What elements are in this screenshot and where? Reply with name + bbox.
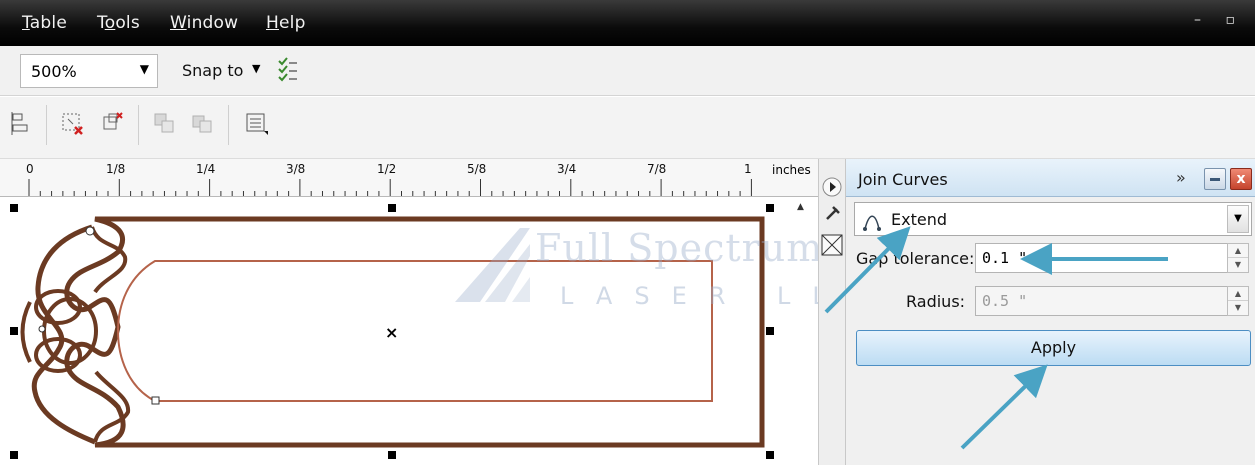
boundary-icon[interactable] <box>244 111 270 137</box>
weld-icon-disabled[interactable] <box>190 111 216 137</box>
docker-strip-icons <box>821 177 843 256</box>
menu-tools-label: Tools <box>97 13 140 33</box>
snap-to-button[interactable]: Snap to <box>182 61 243 80</box>
join-mode-value: Extend <box>891 210 947 229</box>
eyedropper-icon[interactable] <box>826 206 840 220</box>
docker-minimize-button[interactable] <box>1204 168 1226 190</box>
menu-help-label: Help <box>266 13 306 33</box>
combine-icon-disabled[interactable] <box>152 111 178 137</box>
docker-close-button[interactable]: x <box>1230 168 1252 190</box>
menu-window-label: Window <box>170 13 239 33</box>
curve-node[interactable] <box>85 226 95 236</box>
selection-handle-bottom-right[interactable] <box>766 451 774 459</box>
menu-table-label: Table <box>22 13 67 33</box>
docker-title: Join Curves <box>858 170 948 189</box>
extend-mode-icon <box>863 215 881 231</box>
apply-button[interactable]: Apply <box>856 330 1251 366</box>
docker-header: Join Curves » x <box>846 159 1255 197</box>
menu-tools[interactable]: Tools <box>97 13 140 33</box>
gap-tolerance-label: Gap tolerance: <box>856 249 975 268</box>
snap-to-dropdown-arrow[interactable]: ▼ <box>252 62 260 75</box>
join-curves-docker: Join Curves » x Extend ▼ Gap tolerance: … <box>846 159 1255 465</box>
toolbar-separator <box>138 105 139 145</box>
gap-tolerance-input[interactable]: 0.1 " <box>975 243 1249 273</box>
spin-up-icon[interactable]: ▲ <box>1228 287 1248 301</box>
radius-label: Radius: <box>906 292 966 311</box>
menu-bar: Table Tools Window Help – ▫ <box>0 0 1255 46</box>
window-controls[interactable]: – ▫ <box>1194 12 1245 28</box>
ruler-tick-marks <box>28 179 752 196</box>
docker-tab-strip <box>818 159 846 465</box>
chevron-down-icon[interactable]: ▼ <box>1227 205 1249 233</box>
join-mode-select[interactable]: Extend ▼ <box>854 202 1252 236</box>
selection-handle-top-left[interactable] <box>10 204 18 212</box>
align-distribute-icon[interactable] <box>10 111 36 137</box>
curve-node[interactable] <box>38 325 46 333</box>
toolbar-separator <box>228 105 229 145</box>
watermark-text-primary: Full Spectrum <box>535 226 824 270</box>
chevron-down-icon: ▼ <box>139 62 149 76</box>
spin-down-icon[interactable]: ▼ <box>1228 258 1248 272</box>
scroll-up-arrow-icon[interactable]: ▲ <box>797 202 804 212</box>
selection-handle-middle-left[interactable] <box>10 327 18 335</box>
horizontal-ruler[interactable]: 0 1/8 1/4 3/8 1/2 5/8 3/4 7/8 1 inches <box>0 159 818 197</box>
docker-expand-icon[interactable]: » <box>1176 168 1186 187</box>
menu-table[interactable]: Table <box>22 13 67 33</box>
selection-handle-bottom-left[interactable] <box>10 451 18 459</box>
delete-node-icon[interactable] <box>100 111 126 137</box>
break-apart-icon[interactable] <box>60 111 86 137</box>
selection-handle-middle-right[interactable] <box>766 327 774 335</box>
zoom-level-select[interactable]: 500% ▼ <box>20 54 158 88</box>
menu-window[interactable]: Window <box>170 13 238 33</box>
toolbar-separator <box>46 105 47 145</box>
spin-down-icon[interactable]: ▼ <box>1228 301 1248 315</box>
selection-handle-top-center[interactable] <box>388 204 396 212</box>
property-bar: 500% ▼ Snap to ▼ <box>0 46 1255 96</box>
snap-options-icon[interactable] <box>276 57 298 83</box>
zoom-level-value: 500% <box>31 62 77 81</box>
selection-center-mark[interactable]: × <box>385 323 398 342</box>
gap-tolerance-spinner[interactable]: ▲ ▼ <box>1227 243 1249 273</box>
selection-handle-bottom-center[interactable] <box>388 451 396 459</box>
radius-spinner[interactable]: ▲ ▼ <box>1227 286 1249 316</box>
menu-help[interactable]: Help <box>266 13 306 33</box>
spin-up-icon[interactable]: ▲ <box>1228 244 1248 258</box>
radius-input[interactable]: 0.5 " <box>975 286 1249 316</box>
curve-node[interactable] <box>151 396 160 405</box>
selection-handle-top-right[interactable] <box>766 204 774 212</box>
ornament-loop[interactable] <box>34 337 82 373</box>
ornament-curve[interactable] <box>20 301 32 363</box>
toolbar <box>0 97 1255 159</box>
